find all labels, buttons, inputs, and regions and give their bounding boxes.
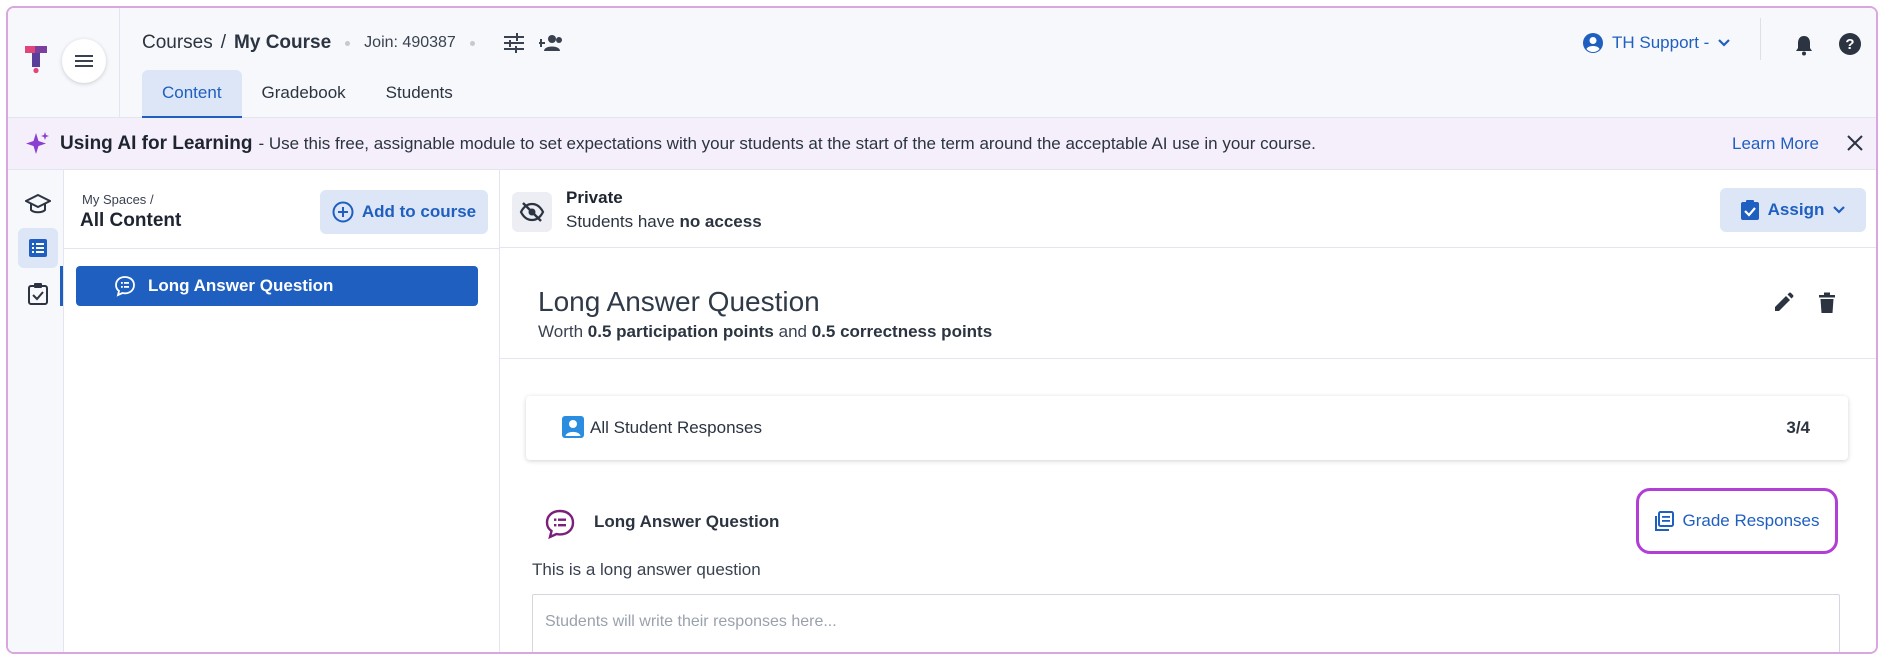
banner-text: - Use this free, assignable module to se… [258,133,1316,153]
breadcrumb-courses-link[interactable]: Courses [142,32,213,54]
join-code: Join: 490387 [364,34,456,51]
assign-button[interactable]: Assign [1720,188,1866,232]
banner-title: Using AI for Learning [60,132,253,154]
rail-active-indicator [60,266,63,306]
assign-label: Assign [1767,200,1825,219]
worth-prefix: Worth [538,322,584,341]
menu-icon [75,55,93,67]
bell-icon[interactable] [1794,34,1814,56]
privacy-title: Private [566,188,623,207]
course-settings-button[interactable] [503,33,525,53]
course-tabs: Content Gradebook Students [142,70,473,118]
participation-points: 0.5 participation points [587,322,774,341]
privacy-subtitle: Students have no access [566,212,762,232]
user-circle-icon [1583,33,1603,53]
answer-textarea[interactable]: Students will write their responses here… [532,594,1840,652]
sparkle-icon [24,131,50,157]
menu-button[interactable] [62,39,106,83]
long-answer-icon [545,509,575,540]
pencil-icon[interactable] [1772,292,1794,314]
panel-breadcrumb: My Spaces / [82,192,154,207]
question-text: This is a long answer question [532,560,761,579]
eye-off-icon [519,202,545,222]
comment-list-icon [114,275,136,297]
question-title: Long Answer Question [538,286,820,317]
question-points: Worth 0.5 participation points and 0.5 c… [538,322,992,342]
visibility-toggle[interactable] [512,192,552,232]
tab-content[interactable]: Content [142,70,242,118]
rail-assignments-button[interactable] [18,274,58,314]
chevron-down-icon [1833,206,1846,214]
ai-banner: Using AI for Learning - Use this free, a… [8,118,1876,170]
breadcrumb-separator: / [149,192,154,207]
add-person-icon [538,35,562,51]
add-people-button[interactable] [538,34,565,52]
divider [500,358,1876,359]
content-item-long-answer[interactable]: Long Answer Question [76,266,478,306]
person-icon [562,416,584,438]
learn-more-link[interactable]: Learn More [1732,134,1819,154]
dot-separator [469,40,475,46]
top-header: Courses / My Course Join: 490387 Content… [8,8,1876,118]
app-window: Courses / My Course Join: 490387 Content… [6,6,1878,654]
privacy-access-level: no access [679,212,762,231]
help-icon[interactable]: ? [1838,32,1862,56]
svg-text:?: ? [1845,36,1854,53]
grade-responses-button[interactable]: Grade Responses [1636,488,1838,554]
breadcrumb-current-course: My Course [234,32,332,53]
dot-separator [345,40,351,46]
clipboard-check-icon [1740,200,1759,220]
logo-column [8,8,120,118]
privacy-header: Private Students have no access Assign [500,170,1876,248]
responses-label: All Student Responses [590,418,762,437]
all-student-responses-card[interactable]: All Student Responses 3/4 [526,396,1848,460]
stack-document-icon [1655,511,1675,531]
grade-responses-label: Grade Responses [1682,511,1820,530]
content-panel: My Spaces / All Content Add to course Lo… [64,170,500,652]
my-spaces-link[interactable]: My Spaces [82,192,146,207]
privacy-prefix: Students have [566,212,675,231]
main-area: Private Students have no access Assign L… [500,170,1876,652]
header-divider [1760,18,1761,60]
list-icon [29,239,47,257]
add-to-course-label: Add to course [361,202,477,221]
settings-sliders-icon [503,33,524,53]
checklist-icon [28,283,48,305]
question-type-label: Long Answer Question [594,512,780,531]
panel-title: All Content [80,210,182,231]
graduation-cap-icon [25,193,51,214]
correctness-points: 0.5 correctness points [811,322,993,341]
close-icon[interactable] [1846,134,1864,152]
user-menu[interactable]: TH Support - [1582,32,1731,54]
add-to-course-button[interactable]: Add to course [320,190,488,234]
trash-icon[interactable] [1818,292,1836,314]
plus-circle-icon [332,201,354,223]
left-rail [8,170,64,652]
content-item-label: Long Answer Question [148,276,334,295]
rail-courses-button[interactable] [18,184,58,224]
tab-gradebook[interactable]: Gradebook [242,70,366,116]
app-logo [25,46,47,74]
rail-content-button[interactable] [18,228,58,268]
breadcrumb-separator: / [220,32,227,53]
breadcrumb: Courses / My Course Join: 490387 [142,32,565,54]
responses-count: 3/4 [1786,418,1810,437]
tab-students[interactable]: Students [366,70,473,116]
chevron-down-icon [1718,39,1731,47]
user-name: TH Support - [1612,33,1710,52]
divider [64,248,499,249]
worth-and: and [778,322,807,341]
